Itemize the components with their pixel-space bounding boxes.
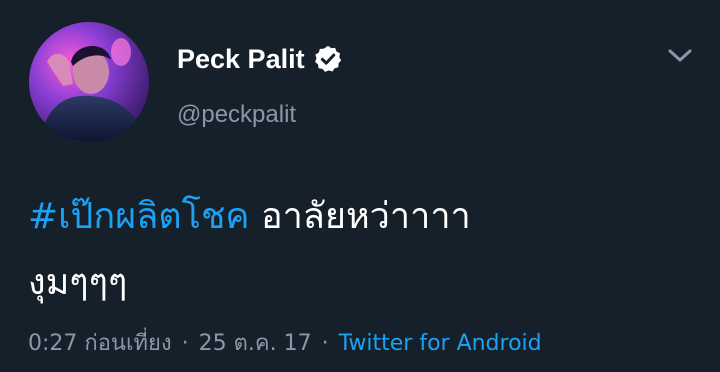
tweet-time[interactable]: 0:27 ก่อนเที่ยง bbox=[28, 325, 172, 360]
chevron-down-icon[interactable] bbox=[665, 44, 695, 68]
avatar[interactable] bbox=[29, 22, 149, 142]
meta-separator: · bbox=[181, 331, 189, 356]
tweet-text: #เป๊กผลิตโชค อาลัยหว่าาาา งุมๆๆๆ bbox=[28, 184, 688, 316]
verified-badge-icon bbox=[313, 44, 343, 74]
tweet-card: Peck Palit @peckpalit #เป๊กผลิตโชค อาลัย… bbox=[0, 0, 720, 372]
tweet-text-line2: งุมๆๆๆ bbox=[28, 262, 128, 303]
hashtag-link[interactable]: #เป๊กผลิตโชค bbox=[28, 196, 250, 237]
tweet-date[interactable]: 25 ต.ค. 17 bbox=[199, 325, 312, 360]
tweet-meta: 0:27 ก่อนเที่ยง · 25 ต.ค. 17 · Twitter f… bbox=[28, 325, 542, 360]
author-name-row: Peck Palit bbox=[177, 42, 343, 76]
meta-separator: · bbox=[321, 331, 329, 356]
user-handle[interactable]: @peckpalit bbox=[177, 101, 296, 129]
tweet-text-body: อาลัยหว่าาาา bbox=[249, 196, 471, 237]
display-name[interactable]: Peck Palit bbox=[177, 44, 305, 75]
tweet-source-link[interactable]: Twitter for Android bbox=[339, 331, 542, 356]
